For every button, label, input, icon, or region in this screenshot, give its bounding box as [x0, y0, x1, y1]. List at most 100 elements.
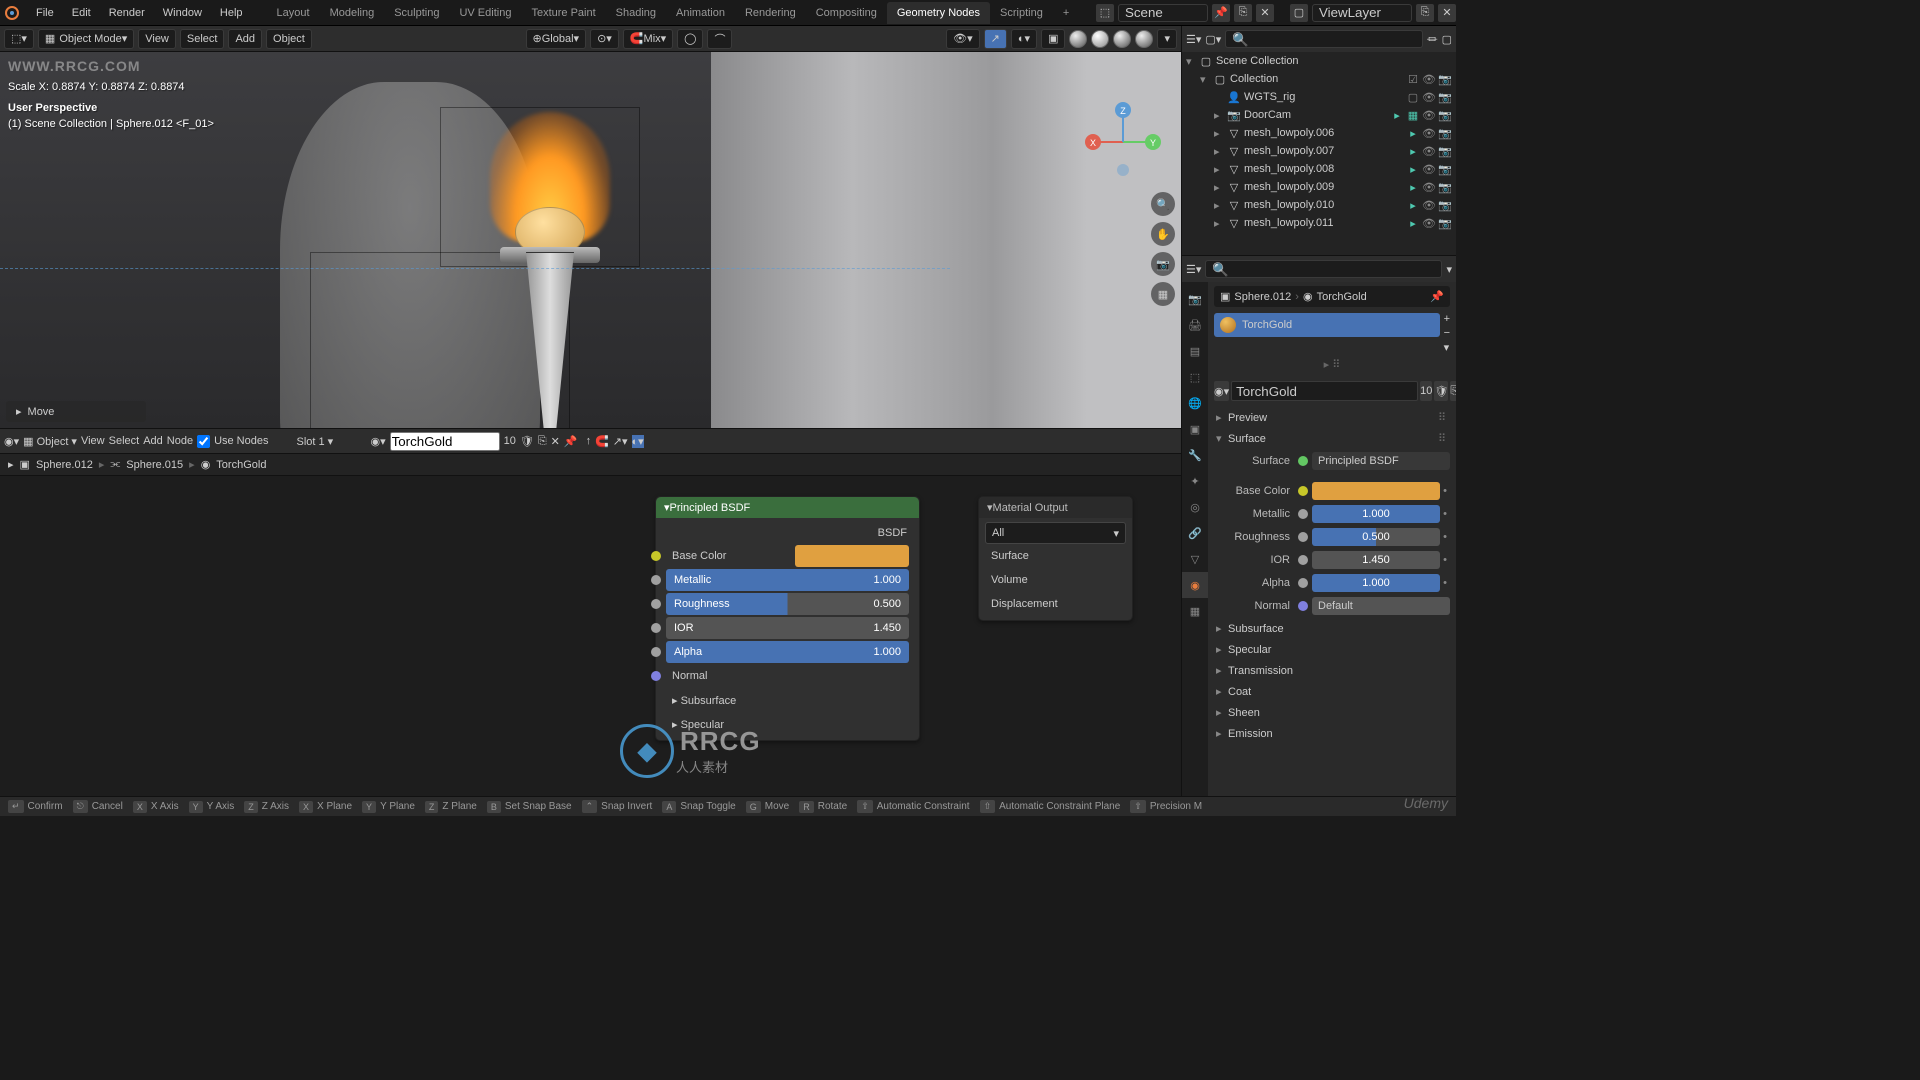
panel-surface[interactable]: ▾Surface⠿	[1214, 428, 1450, 449]
node-node-menu[interactable]: Node	[167, 435, 193, 447]
last-operator-panel[interactable]: ▸ Move	[6, 401, 146, 422]
gizmo-toggle-icon[interactable]: ↗	[984, 29, 1007, 49]
tab-data-icon[interactable]: ▽	[1182, 546, 1208, 572]
menu-file[interactable]: File	[28, 3, 62, 23]
proportional-falloff-icon[interactable]: ⌒	[707, 29, 732, 49]
tab-particles-icon[interactable]: ✦	[1182, 468, 1208, 494]
panel-specular[interactable]: ▸Specular	[1214, 639, 1450, 660]
group-specular[interactable]: ▸ Specular	[662, 712, 913, 736]
tab-texture-icon[interactable]: ▦	[1182, 598, 1208, 624]
roughness-row[interactable]: Roughness 0.500•	[1214, 526, 1450, 548]
scene-new-icon[interactable]: ⎘	[1234, 4, 1252, 22]
breadcrumb-item[interactable]: TorchGold	[216, 459, 266, 471]
menu-help[interactable]: Help	[212, 3, 251, 23]
scene-delete-icon[interactable]: ✕	[1256, 4, 1274, 22]
material-new-icon[interactable]: ⎘	[538, 435, 547, 448]
outliner-tree[interactable]: ▾▢Scene Collection ▾▢Collection ☑👁📷 👤WGT…	[1182, 52, 1456, 255]
perspective-toggle-icon[interactable]: ▦	[1151, 282, 1175, 306]
surface-shader-row[interactable]: Surface Principled BSDF	[1214, 450, 1450, 472]
props-type-icon[interactable]: ☰▾	[1186, 263, 1201, 276]
add-workspace-button[interactable]: +	[1053, 2, 1079, 24]
input-roughness[interactable]: Roughness0.500	[662, 592, 913, 616]
props-options-icon[interactable]: ▾	[1446, 263, 1452, 276]
node-add-menu[interactable]: Add	[143, 435, 163, 447]
node-header[interactable]: ▾ Material Output	[979, 497, 1132, 518]
node-principled-bsdf[interactable]: ▾ Principled BSDF BSDF Base Color	[655, 496, 920, 741]
node-material-output[interactable]: ▾ Material Output All▾ Surface Volume	[978, 496, 1133, 621]
view-menu[interactable]: View	[138, 29, 176, 49]
shading-solid-icon[interactable]	[1091, 30, 1109, 48]
object-menu[interactable]: Object	[266, 29, 312, 49]
add-slot-button[interactable]: +	[1444, 313, 1450, 325]
tree-row-collection[interactable]: ▾▢Collection ☑👁📷	[1182, 70, 1456, 88]
tab-texture-paint[interactable]: Texture Paint	[521, 2, 605, 24]
shading-rendered-icon[interactable]	[1135, 30, 1153, 48]
new-collection-icon[interactable]: ▢	[1442, 33, 1452, 46]
panel-subsurface[interactable]: ▸Subsurface	[1214, 618, 1450, 639]
tab-shading[interactable]: Shading	[606, 2, 666, 24]
tab-constraints-icon[interactable]: 🔗	[1182, 520, 1208, 546]
node-snap-icon[interactable]: 🧲	[595, 435, 609, 448]
material-name-field[interactable]	[1231, 381, 1418, 401]
panel-emission[interactable]: ▸Emission	[1214, 723, 1450, 744]
tab-world-icon[interactable]: 🌐	[1182, 390, 1208, 416]
outliner-search-input[interactable]	[1225, 30, 1422, 48]
tab-object-icon[interactable]: ▣	[1182, 416, 1208, 442]
add-menu[interactable]: Add	[228, 29, 262, 49]
scene-browse-icon[interactable]: ⬚	[1096, 4, 1114, 22]
viewlayer-new-icon[interactable]: ⎘	[1416, 4, 1434, 22]
viewlayer-browse-icon[interactable]: ▢	[1290, 4, 1308, 22]
material-slot-selector[interactable]: Slot 1 ▾	[296, 435, 366, 448]
overlays-icon[interactable]: ◐▾	[1011, 29, 1037, 49]
panel-coat[interactable]: ▸Coat	[1214, 681, 1450, 702]
tab-physics-icon[interactable]: ◎	[1182, 494, 1208, 520]
tab-scene-icon[interactable]: ⬚	[1182, 364, 1208, 390]
tree-row[interactable]: ▸▽mesh_lowpoly.006▸👁📷	[1182, 124, 1456, 142]
input-socket-displacement[interactable]: Displacement	[985, 592, 1126, 616]
node-select-menu[interactable]: Select	[109, 435, 140, 447]
3d-viewport[interactable]: WWW.RRCG.COM Scale X: 0.8874 Y: 0.8874 Z…	[0, 52, 1181, 428]
tree-row[interactable]: ▸▽mesh_lowpoly.010▸👁📷	[1182, 196, 1456, 214]
output-target-select[interactable]: All▾	[985, 522, 1126, 544]
metallic-row[interactable]: Metallic 1.000•	[1214, 503, 1450, 525]
navigation-gizmo[interactable]: Z X Y	[1083, 102, 1163, 182]
slot-menu-button[interactable]: ▾	[1444, 341, 1450, 354]
tree-row[interactable]: ▸▽mesh_lowpoly.007▸👁📷	[1182, 142, 1456, 160]
outliner-type-icon[interactable]: ☰▾	[1186, 33, 1201, 46]
menu-edit[interactable]: Edit	[64, 3, 99, 23]
node-overlays-toggle-icon[interactable]: ◐▾	[632, 435, 644, 448]
menu-render[interactable]: Render	[101, 3, 153, 23]
material-fake-user-icon[interactable]: 🛡	[520, 435, 534, 448]
tab-output-icon[interactable]: 🖨	[1182, 312, 1208, 338]
breadcrumb-item[interactable]: Sphere.012	[36, 459, 93, 471]
pan-icon[interactable]: ✋	[1151, 222, 1175, 246]
tab-render-icon[interactable]: 📷	[1182, 286, 1208, 312]
base-color-swatch[interactable]	[795, 545, 910, 567]
shading-wireframe-icon[interactable]	[1069, 30, 1087, 48]
zoom-icon[interactable]: 🔍	[1151, 192, 1175, 216]
shading-matprev-icon[interactable]	[1113, 30, 1131, 48]
input-alpha[interactable]: Alpha1.000	[662, 640, 913, 664]
snap-toggle[interactable]: 🧲 Mix ▾	[623, 29, 673, 49]
base-color-row[interactable]: Base Color •	[1214, 480, 1450, 502]
panel-preview[interactable]: ▸Preview⠿	[1214, 407, 1450, 428]
input-metallic[interactable]: Metallic1.000	[662, 568, 913, 592]
select-menu[interactable]: Select	[180, 29, 225, 49]
tab-material-icon[interactable]: ◉	[1182, 572, 1208, 598]
shading-options-icon[interactable]: ▾	[1157, 29, 1177, 49]
mode-selector[interactable]: ▦Object Mode ▾	[38, 29, 134, 49]
node-header[interactable]: ▾ Principled BSDF	[656, 497, 919, 518]
menu-window[interactable]: Window	[155, 3, 210, 23]
tab-modifier-icon[interactable]: 🔧	[1182, 442, 1208, 468]
material-browse-icon[interactable]: ◉▾	[370, 435, 385, 448]
material-slot[interactable]: TorchGold	[1214, 313, 1440, 337]
camera-view-icon[interactable]: 📷	[1151, 252, 1175, 276]
input-socket-volume[interactable]: Volume	[985, 568, 1126, 592]
props-search-input[interactable]	[1205, 260, 1442, 278]
tab-compositing[interactable]: Compositing	[806, 2, 887, 24]
visibility-icon[interactable]: 👁▾	[946, 29, 980, 49]
output-socket-bsdf[interactable]: BSDF	[662, 522, 913, 544]
tab-animation[interactable]: Animation	[666, 2, 735, 24]
breadcrumb-item[interactable]: Sphere.015	[126, 459, 183, 471]
material-unlink-icon[interactable]: ✕	[551, 435, 560, 448]
